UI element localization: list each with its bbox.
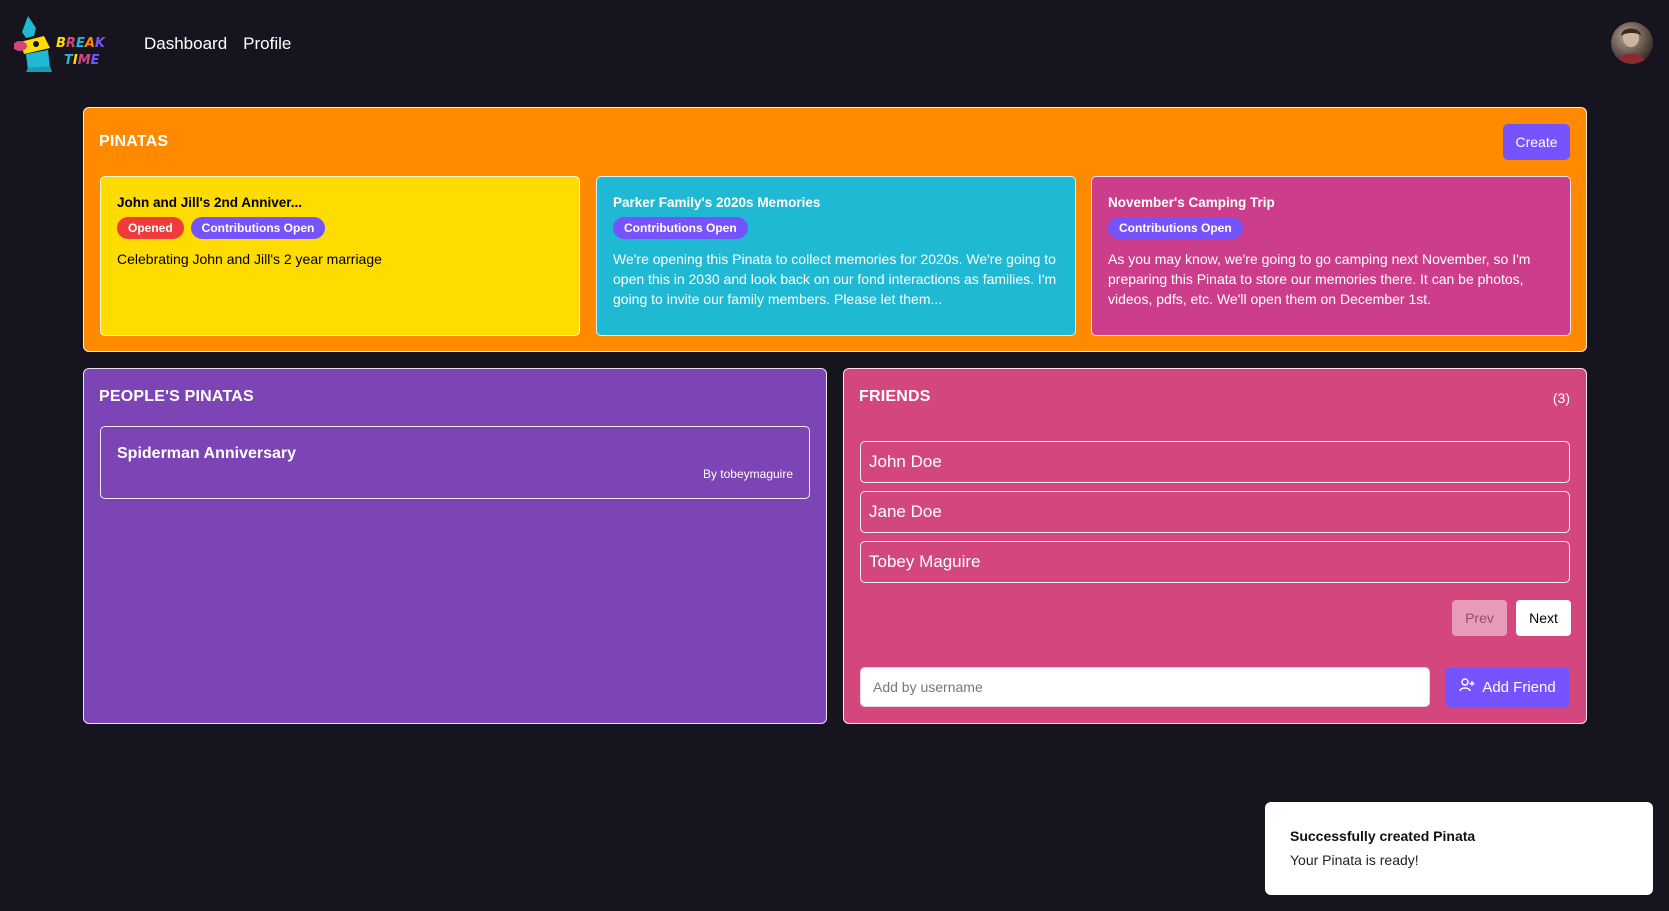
pinata-card-description: As you may know, we're going to go campi…: [1108, 251, 1531, 307]
nav-dashboard-link[interactable]: Dashboard: [144, 34, 227, 54]
contributions-open-badge: Contributions Open: [613, 217, 748, 239]
create-pinata-button[interactable]: Create: [1503, 124, 1570, 160]
friends-count: (3): [1552, 390, 1570, 406]
next-page-button[interactable]: Next: [1516, 600, 1571, 636]
contributions-open-badge: Contributions Open: [190, 217, 326, 239]
add-by-username-input[interactable]: [860, 667, 1430, 707]
user-avatar[interactable]: [1611, 22, 1653, 64]
pinata-card-title: John and Jill's 2nd Anniver...: [117, 195, 302, 210]
friends-panel: FRIENDS (3) John Doe Jane Doe Tobey Magu…: [843, 368, 1587, 724]
opened-badge: Opened: [117, 217, 184, 239]
peoples-pinatas-panel: PEOPLE'S PINATAS Spiderman Anniversary B…: [83, 368, 827, 724]
nav-profile-link[interactable]: Profile: [243, 34, 291, 54]
toast-title: Successfully created Pinata: [1290, 828, 1476, 844]
toast-message: Your Pinata is ready!: [1290, 852, 1419, 868]
friends-title: FRIENDS: [859, 388, 931, 405]
user-plus-icon: [1459, 677, 1475, 697]
pinatas-title: PINATAS: [99, 133, 169, 150]
prev-page-button[interactable]: Prev: [1452, 600, 1507, 636]
pinata-card-description: We're opening this Pinata to collect mem…: [613, 251, 1057, 307]
top-header: BREAK TIME Dashboard Profile: [0, 0, 1669, 90]
success-toast[interactable]: Successfully created Pinata Your Pinata …: [1265, 802, 1653, 895]
friend-list-item[interactable]: Tobey Maguire: [860, 541, 1570, 583]
svg-text:TIME: TIME: [64, 53, 100, 68]
pinata-card-badges: Opened Contributions Open: [117, 217, 563, 239]
people-pinata-title: Spiderman Anniversary: [117, 445, 297, 462]
pinata-card[interactable]: Parker Family's 2020s Memories Contribut…: [596, 176, 1076, 336]
people-pinata-author: By tobeymaguire: [702, 467, 793, 481]
peoples-pinatas-title: PEOPLE'S PINATAS: [99, 388, 254, 405]
svg-text:BREAK: BREAK: [56, 36, 106, 51]
pinata-card-title: November's Camping Trip: [1108, 195, 1275, 210]
friend-list-item[interactable]: John Doe: [860, 441, 1570, 483]
people-pinata-card[interactable]: Spiderman Anniversary By tobeymaguire: [100, 426, 810, 499]
main-nav: Dashboard Profile: [144, 34, 291, 54]
pinatas-panel: PINATAS Create John and Jill's 2nd Anniv…: [83, 107, 1587, 352]
pinata-card[interactable]: November's Camping Trip Contributions Op…: [1091, 176, 1571, 336]
break-time-logo[interactable]: BREAK TIME: [13, 14, 114, 76]
add-friend-button[interactable]: Add Friend: [1445, 667, 1570, 707]
pinata-card-badges: Contributions Open: [613, 217, 1059, 239]
pinata-card-description: Celebrating John and Jill's 2 year marri…: [117, 251, 382, 267]
pinata-card[interactable]: John and Jill's 2nd Anniver... Opened Co…: [100, 176, 580, 336]
pinata-card-badges: Contributions Open: [1108, 217, 1554, 239]
friend-list-item[interactable]: Jane Doe: [860, 491, 1570, 533]
contributions-open-badge: Contributions Open: [1108, 217, 1243, 239]
pinata-card-title: Parker Family's 2020s Memories: [613, 195, 821, 210]
add-friend-label: Add Friend: [1482, 678, 1556, 696]
